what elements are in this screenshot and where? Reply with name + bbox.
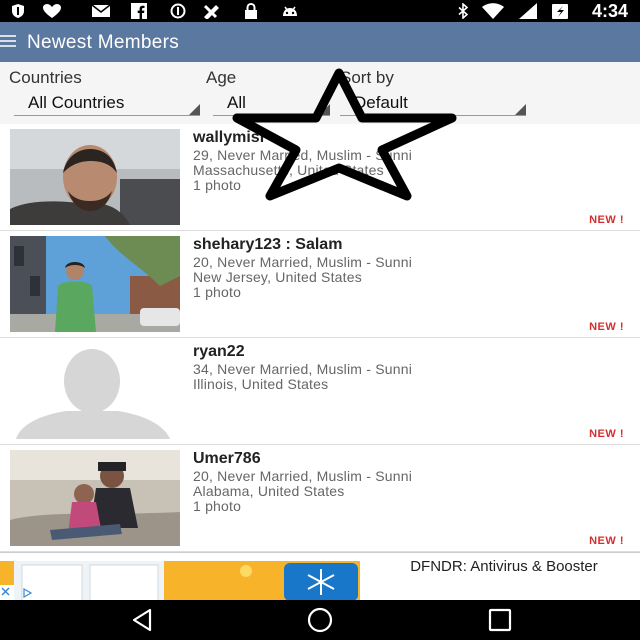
new-badge: NEW ! <box>589 214 624 226</box>
heart-icon <box>43 4 61 18</box>
member-location: New Jersey, United States <box>193 269 362 285</box>
member-location: Illinois, United States <box>193 376 329 392</box>
sync-icon <box>170 3 186 19</box>
android-icon <box>283 6 297 16</box>
countries-filter: Countries All Countries <box>0 62 200 122</box>
member-name[interactable]: shehary123 : Salam <box>193 236 342 254</box>
member-details: 20, Never Married, Muslim - Sunni <box>193 468 412 484</box>
member-photo[interactable] <box>10 236 180 332</box>
bluetooth-icon <box>458 3 469 19</box>
countries-label: Countries <box>9 68 82 87</box>
dropdown-arrow-icon <box>189 104 200 115</box>
member-row[interactable]: ryan22 34, Never Married, Muslim - Sunni… <box>0 338 640 445</box>
menu-icon[interactable] <box>0 35 16 49</box>
new-badge: NEW ! <box>589 428 624 440</box>
avatar-placeholder-icon[interactable] <box>10 343 180 439</box>
member-location: Alabama, United States <box>193 483 345 499</box>
lock-icon <box>245 3 257 19</box>
member-photo[interactable] <box>10 129 180 225</box>
mail-icon <box>91 4 111 17</box>
member-name[interactable]: ryan22 <box>193 343 245 361</box>
member-row[interactable]: shehary123 : Salam 20, Never Married, Mu… <box>0 231 640 338</box>
member-photo-count: 1 photo <box>193 284 242 300</box>
countries-value: All Countries <box>28 93 125 112</box>
signal-icon <box>519 3 537 19</box>
member-details: 34, Never Married, Muslim - Sunni <box>193 361 412 377</box>
facebook-icon <box>131 3 147 19</box>
tools-icon <box>203 4 219 19</box>
member-name[interactable]: Umer786 <box>193 450 261 468</box>
member-row[interactable]: Umer786 20, Never Married, Muslim - Sunn… <box>0 445 640 552</box>
back-icon[interactable] <box>128 606 156 634</box>
nav-bar <box>0 600 640 640</box>
member-photo-count: 1 photo <box>193 498 242 514</box>
home-icon[interactable] <box>306 606 334 634</box>
screen: 4:34 Newest Members Countries All Countr… <box>0 0 640 640</box>
dropdown-arrow-icon <box>515 104 526 115</box>
favorite-star-icon[interactable] <box>232 68 458 204</box>
app-bar: Newest Members <box>0 22 640 62</box>
page-title: Newest Members <box>27 32 180 53</box>
member-details: 20, Never Married, Muslim - Sunni <box>193 254 412 270</box>
member-photo[interactable] <box>10 450 180 546</box>
new-badge: NEW ! <box>589 321 624 333</box>
ad-image[interactable] <box>0 561 360 600</box>
recents-icon[interactable] <box>486 606 514 634</box>
battery-icon <box>552 4 568 19</box>
new-badge: NEW ! <box>589 535 624 547</box>
ad-banner[interactable]: DFNDR: Antivirus & Booster <box>0 552 640 600</box>
status-time: 4:34 <box>591 1 628 21</box>
status-bar: 4:34 <box>0 0 640 22</box>
ad-title[interactable]: DFNDR: Antivirus & Booster <box>372 559 636 575</box>
wifi-icon <box>482 3 504 19</box>
shield-icon <box>12 4 24 18</box>
countries-select[interactable]: All Countries <box>14 92 200 116</box>
